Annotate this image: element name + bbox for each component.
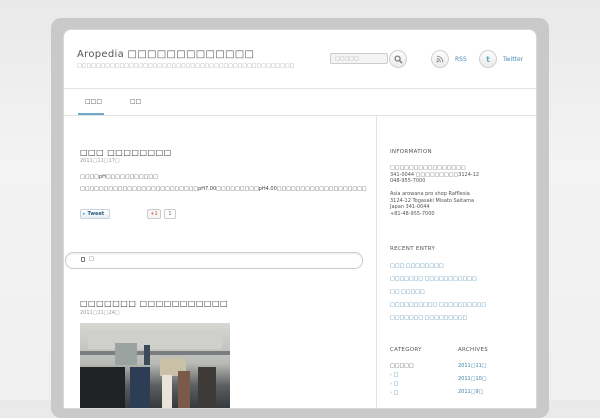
twitter-bird-icon: ▸ — [83, 211, 86, 217]
information-line: +81-48-955-7000 — [390, 210, 435, 217]
recent-entry-link[interactable]: □□□□□□□□□□ □□□□□□□□□□ — [390, 302, 486, 308]
category-link: □ — [393, 390, 399, 396]
search-icon — [393, 54, 403, 64]
page-container: Aropedia □□□□□□□□□□□□□ □□□□□□□□□□□□□□□□□… — [63, 29, 537, 409]
post-title[interactable]: □□□□□□□ □□□□□□□□□□□ — [80, 299, 228, 308]
information-heading: INFORMATION — [390, 149, 432, 155]
gplus-button[interactable]: +1 — [147, 209, 161, 219]
recent-entry-link[interactable]: □□□□□□□ □□□□□□□□□□□ — [390, 276, 477, 282]
nav-item-2[interactable]: □□ — [130, 98, 141, 105]
information-line: □□□□□□□□□□□□□□□□ — [390, 165, 466, 171]
comment-icon — [81, 257, 85, 262]
post-footer-bar — [65, 252, 363, 269]
rss-icon — [436, 55, 444, 63]
column-divider — [376, 116, 377, 408]
category-subitem[interactable]: › □ — [390, 381, 398, 387]
recent-entry-link[interactable]: □□□□□□□ □□□□□□□□□ — [390, 315, 467, 321]
rss-button[interactable] — [431, 50, 449, 68]
post-title[interactable]: □□□ □□□□□□□□ — [80, 148, 172, 157]
search-input[interactable]: □□□□□ — [330, 53, 388, 64]
post-text-line: □□□□pH□□□□□□□□□□□ — [80, 174, 158, 180]
bullet-icon: › — [390, 372, 392, 378]
bullet-icon: › — [390, 390, 392, 396]
tweet-button[interactable]: ▸ Tweet — [80, 209, 110, 219]
tweet-label: Tweet — [87, 211, 105, 217]
post-footer-text[interactable]: □ — [89, 256, 94, 262]
rss-link[interactable]: RSS — [455, 56, 467, 63]
category-subitem[interactable]: › □ — [390, 390, 398, 396]
recent-entry-link[interactable]: □□ □□□□□ — [390, 289, 425, 295]
archive-link[interactable]: 2011□11□ — [458, 363, 487, 369]
twitter-icon: t — [486, 54, 490, 64]
category-heading: CATEGORY — [390, 347, 422, 353]
gplus-count: 1 — [164, 209, 176, 219]
information-line: Asia arowana pro shop Rafflesia — [390, 191, 470, 197]
bullet-icon: › — [390, 381, 392, 387]
site-description: □□□□□□□□□□□□□□□□□□□□□□□□□□□□□□□□□□□□□□□□… — [77, 63, 295, 69]
nav-item-home[interactable]: □□□ — [85, 98, 102, 105]
twitter-button[interactable]: t — [479, 50, 497, 68]
post-text-line: □□□□□□□□□□□□□□□□□□□□□□□□□pH7.00□□□□□□□□□… — [80, 186, 367, 192]
recent-entry-link[interactable]: □□□ □□□□□□□□ — [390, 263, 444, 269]
site-title[interactable]: Aropedia □□□□□□□□□□□□□ — [77, 49, 254, 60]
category-subitem[interactable]: › □ — [390, 372, 398, 378]
post-image[interactable] — [80, 323, 230, 408]
category-link: □ — [393, 372, 399, 378]
archives-heading: ARCHIVES — [458, 347, 489, 353]
twitter-link[interactable]: Twitter — [503, 56, 523, 63]
post-date: 2011□11□24□ — [80, 310, 120, 316]
archive-link[interactable]: 2011□9□ — [458, 389, 483, 395]
post-date: 2011□11□17□ — [80, 158, 120, 164]
category-link: □ — [393, 381, 399, 387]
nav-active-indicator — [78, 113, 104, 115]
archive-link[interactable]: 2011□10□ — [458, 376, 487, 382]
search-button[interactable] — [389, 50, 407, 68]
category-link[interactable]: □□□□□ — [390, 363, 414, 369]
recent-entry-heading: RECENT ENTRY — [390, 246, 436, 252]
information-block: □□□□□□□□□□□□□□□□ 341-0044 □□□□□□□□□3124-… — [390, 165, 479, 217]
